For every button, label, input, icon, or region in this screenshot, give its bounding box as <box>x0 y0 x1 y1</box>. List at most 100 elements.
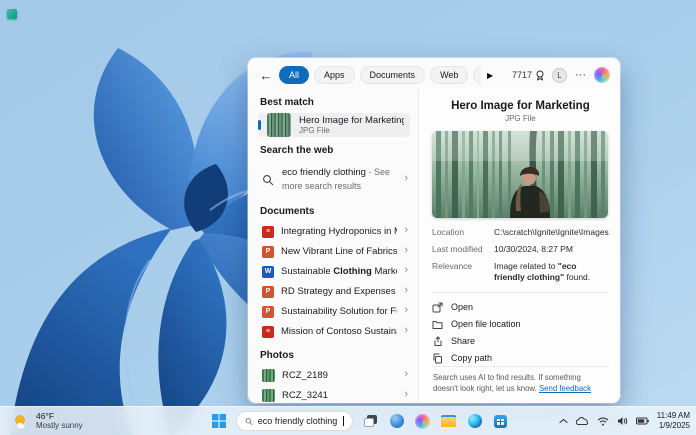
selection-accent-bar <box>258 120 261 130</box>
meta-row-1: Last modified 10/30/2024, 8:27 PM <box>432 244 609 255</box>
file-explorer-icon[interactable] <box>440 413 457 430</box>
best-match-header: Best match <box>260 97 408 108</box>
task-view-icon[interactable] <box>362 413 379 430</box>
taskbar-search-box[interactable]: eco friendly clothing <box>236 411 353 431</box>
back-button[interactable]: ← <box>258 69 274 82</box>
chevron-right-icon: › <box>404 389 408 402</box>
document-row-4[interactable]: PSustainability Solution for Future ...› <box>258 302 410 322</box>
desktop: ← AllAppsDocumentsWebSettingsFoldersP ▶ … <box>0 0 696 435</box>
copilot-icon[interactable] <box>594 67 610 83</box>
tabs-overflow-button[interactable]: ▶ <box>486 71 494 80</box>
action-label: Share <box>451 336 475 346</box>
rewards-points: 7717 <box>512 70 532 80</box>
desktop-shortcut-icon[interactable] <box>7 9 17 19</box>
share-icon <box>432 336 443 347</box>
rewards-badge[interactable]: 7717 <box>512 70 545 81</box>
document-title: Integrating Hydroponics in Manu... <box>281 226 397 237</box>
photo-title: RCZ_2189 <box>282 370 397 381</box>
meta-value: C:\scratch\Ignite\Ignite\Images <box>494 227 609 238</box>
document-row-1[interactable]: P New Vibrant Line of Fabrics › <box>258 242 410 262</box>
word-file-icon: W <box>262 266 274 278</box>
meta-label: Last modified <box>432 244 488 255</box>
document-row-3[interactable]: P RD Strategy and Expenses › <box>258 282 410 302</box>
document-title: New Vibrant Line of Fabrics <box>281 246 397 257</box>
results-column: Best match Hero Image for Marketing JPG … <box>248 89 418 403</box>
copy-path-button[interactable]: Copy path <box>432 351 609 365</box>
action-label: Copy path <box>451 353 492 363</box>
tray-clock[interactable]: 11:49 AM 1/9/2025 <box>657 411 690 430</box>
copy-icon <box>432 353 443 364</box>
ppt-file-icon: P <box>262 286 274 298</box>
document-row-0[interactable]: ≡Integrating Hydroponics in Manu...› <box>258 222 410 242</box>
chevron-right-icon: › <box>404 325 408 338</box>
meta-value: Image related to "eco friendly clothing"… <box>494 261 609 283</box>
share-button[interactable]: Share <box>432 334 609 348</box>
photo-row-1[interactable]: RCZ_3241 › <box>258 386 410 403</box>
weather-condition: Mostly sunny <box>36 421 83 430</box>
send-feedback-link[interactable]: Send feedback <box>539 384 591 393</box>
document-row-2[interactable]: W Sustainable Clothing Marketing ... › <box>258 262 410 282</box>
ppt-file-icon: P <box>262 246 274 258</box>
windows-logo-icon <box>212 414 226 428</box>
bamboo-forest-photo <box>432 131 608 218</box>
tab-apps[interactable]: Apps <box>314 66 355 84</box>
preview-image[interactable] <box>432 131 608 218</box>
web-query: eco friendly clothing <box>282 167 366 178</box>
file-actions: Open Open file location Share Copy path <box>432 292 609 365</box>
copilot-icon[interactable] <box>414 413 431 430</box>
meta-row-2: RelevanceImage related to "eco friendly … <box>432 261 609 283</box>
wifi-icon[interactable] <box>597 417 609 426</box>
tab-settings[interactable]: Settings <box>473 66 481 84</box>
tray-chevron-up-icon[interactable] <box>559 418 568 424</box>
tray-time: 11:49 AM <box>657 411 690 421</box>
chevron-right-icon: › <box>404 369 408 382</box>
speaker-icon[interactable] <box>617 416 628 426</box>
system-tray: 11:49 AM 1/9/2025 <box>559 407 690 435</box>
chevron-right-icon: › <box>404 245 408 258</box>
meta-value: 10/30/2024, 8:27 PM <box>494 244 609 255</box>
widgets-weather-button[interactable]: 46°F Mostly sunny <box>8 407 87 435</box>
photo-row-0[interactable]: RCZ_2189 › <box>258 366 410 386</box>
weather-temp: 46°F <box>36 412 83 422</box>
rewards-icon <box>535 70 545 81</box>
tab-documents[interactable]: Documents <box>360 66 426 84</box>
chevron-right-icon: › <box>404 225 408 238</box>
edge-icon[interactable] <box>466 413 483 430</box>
open-button[interactable]: Open <box>432 300 609 314</box>
header-right: 7717 L ··· <box>512 67 610 83</box>
more-options-button[interactable]: ··· <box>574 70 587 81</box>
chevron-right-icon: › <box>404 285 408 298</box>
best-match-thumbnail <box>267 113 291 137</box>
tab-all[interactable]: All <box>279 66 309 84</box>
meta-row-0: LocationC:\scratch\Ignite\Ignite\Images <box>432 227 609 238</box>
pinned-apps <box>362 413 509 430</box>
action-label: Open file location <box>451 319 521 329</box>
documents-list: ≡Integrating Hydroponics in Manu...›PNew… <box>258 222 410 342</box>
document-title: Sustainable Clothing Marketing ... <box>281 266 397 277</box>
search-filter-bar: ← AllAppsDocumentsWebSettingsFoldersP ▶ … <box>248 58 620 89</box>
best-match-item[interactable]: Hero Image for Marketing JPG File <box>258 113 410 137</box>
onedrive-icon[interactable] <box>576 417 589 426</box>
ai-disclaimer: Search uses AI to find results. If somet… <box>432 366 609 403</box>
text-cursor <box>343 416 344 426</box>
action-label: Open <box>451 302 473 312</box>
web-search-row[interactable]: eco friendly clothing - See more search … <box>258 161 410 198</box>
taskbar: 46°F Mostly sunny eco friendly clothing … <box>0 406 696 435</box>
open-file-location-button[interactable]: Open file location <box>432 317 609 331</box>
chevron-right-icon: › <box>404 265 408 278</box>
chevron-right-icon: › <box>404 173 408 186</box>
chevron-right-icon: › <box>404 305 408 318</box>
widgets-icon[interactable] <box>388 413 405 430</box>
store-icon[interactable] <box>492 413 509 430</box>
document-title: RD Strategy and Expenses <box>281 286 397 297</box>
ppt-file-icon: P <box>262 306 274 318</box>
account-avatar[interactable]: L <box>552 68 567 83</box>
search-tabs: AllAppsDocumentsWebSettingsFoldersP <box>279 66 481 84</box>
start-button[interactable] <box>210 413 227 430</box>
document-row-5[interactable]: ≡Mission of Contoso Sustainable F...› <box>258 322 410 342</box>
photo-title: RCZ_3241 <box>282 390 397 401</box>
taskbar-search-value: eco friendly clothing <box>258 416 338 426</box>
weather-icon <box>12 413 30 429</box>
tab-web[interactable]: Web <box>430 66 468 84</box>
battery-icon[interactable] <box>636 417 649 425</box>
